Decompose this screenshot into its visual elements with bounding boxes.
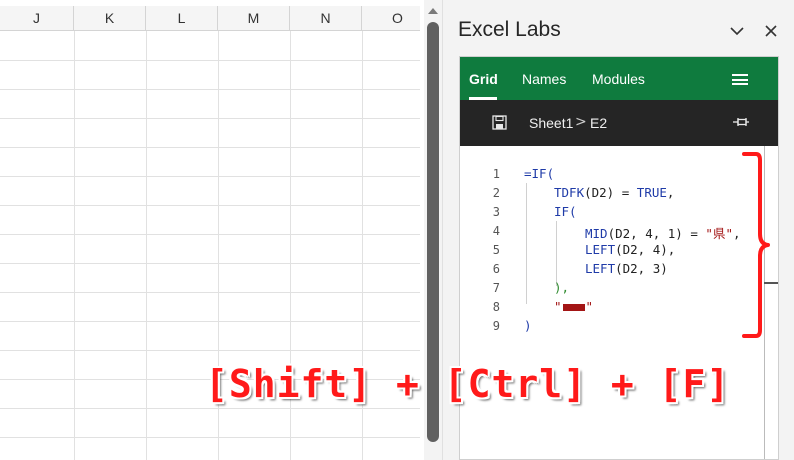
row-gridline: [0, 321, 420, 322]
row-gridline: [0, 437, 420, 438]
code-token: "県": [705, 226, 733, 241]
code-token: ): [524, 318, 532, 333]
column-header-j[interactable]: J: [0, 6, 74, 31]
scroll-up-arrow-icon[interactable]: [428, 8, 438, 14]
row-gridline: [0, 118, 420, 119]
code-token: (D2, 3): [615, 261, 668, 276]
code-token: (D2, 4, 1) =: [607, 226, 706, 241]
breadcrumb-bar: Sheet1 > E2: [460, 100, 778, 146]
code-token: TRUE: [636, 185, 667, 200]
column-header-o[interactable]: O: [362, 6, 420, 31]
code-token: MID: [585, 226, 608, 241]
line-number: 2: [492, 186, 500, 200]
code-line-5: LEFT(D2, 4),: [524, 242, 675, 257]
line-number: 6: [492, 262, 500, 276]
code-line-6: LEFT(D2, 3): [524, 261, 668, 276]
pane-title: Excel Labs: [458, 18, 561, 41]
code-token: (D2) =: [584, 185, 637, 200]
line-number: 9: [492, 319, 500, 333]
row-gridline: [0, 408, 420, 409]
formula-editor[interactable]: 1 2 3 4 5 6 7 8 9 =IF( TDFK(D2) = TRUE, …: [460, 146, 778, 459]
column-gridline: [146, 31, 147, 460]
row-gridline: [0, 89, 420, 90]
row-gridline: [0, 263, 420, 264]
code-token: LEFT: [585, 242, 616, 257]
save-icon[interactable]: [492, 115, 507, 130]
row-gridline: [0, 350, 420, 351]
code-token: ": [585, 299, 594, 314]
row-gridline: [0, 205, 420, 206]
column-header-k[interactable]: K: [74, 6, 146, 31]
redacted-text-block: [562, 304, 585, 311]
breadcrumb-separator: >: [575, 114, 587, 130]
code-line-4: MID(D2, 4, 1) = "県",: [524, 223, 741, 242]
code-line-1: =IF(: [524, 166, 554, 181]
line-number: 7: [492, 281, 500, 295]
shortcut-caption: [Shift] + [Ctrl] + [F]: [205, 362, 731, 406]
row-gridline: [0, 234, 420, 235]
tab-bar: Grid Names Modules: [460, 57, 778, 100]
code-line-8: " ": [524, 299, 593, 314]
pin-icon[interactable]: [732, 116, 750, 128]
row-gridline: [0, 176, 420, 177]
tab-grid[interactable]: Grid: [469, 71, 498, 87]
breadcrumb-sheet[interactable]: Sheet1: [529, 115, 573, 131]
tab-names[interactable]: Names: [522, 71, 566, 87]
chevron-down-icon[interactable]: [728, 22, 746, 40]
code-token: TDFK: [554, 185, 585, 200]
line-number: 1: [492, 167, 500, 181]
column-header-l[interactable]: L: [146, 6, 218, 31]
line-number: 4: [492, 224, 500, 238]
line-number: 8: [492, 300, 500, 314]
column-gridline: [74, 31, 75, 460]
row-gridline: [0, 60, 420, 61]
code-line-3: IF(: [524, 204, 577, 219]
hamburger-menu-icon[interactable]: [732, 74, 748, 85]
code-token: ": [554, 299, 562, 314]
breadcrumb-cell[interactable]: E2: [590, 115, 607, 131]
red-curly-bracket-annotation: [742, 152, 770, 338]
line-number: 5: [492, 243, 500, 257]
code-token: (D2, 4),: [615, 242, 676, 257]
code-token: ),: [554, 280, 570, 295]
line-number: 3: [492, 205, 500, 219]
code-token: =IF(: [524, 166, 555, 181]
row-gridline: [0, 147, 420, 148]
code-line-9: ): [524, 318, 532, 333]
row-gridline: [0, 292, 420, 293]
code-line-7: ),: [524, 280, 569, 295]
column-header-row: J K L M N O: [0, 6, 420, 31]
column-header-m[interactable]: M: [218, 6, 290, 31]
code-token: LEFT: [585, 261, 616, 276]
tab-modules[interactable]: Modules: [592, 71, 645, 87]
close-icon[interactable]: [762, 22, 780, 40]
code-token: IF(: [554, 204, 577, 219]
code-token: ,: [666, 185, 675, 200]
code-line-2: TDFK(D2) = TRUE,: [524, 185, 674, 200]
column-header-n[interactable]: N: [290, 6, 362, 31]
